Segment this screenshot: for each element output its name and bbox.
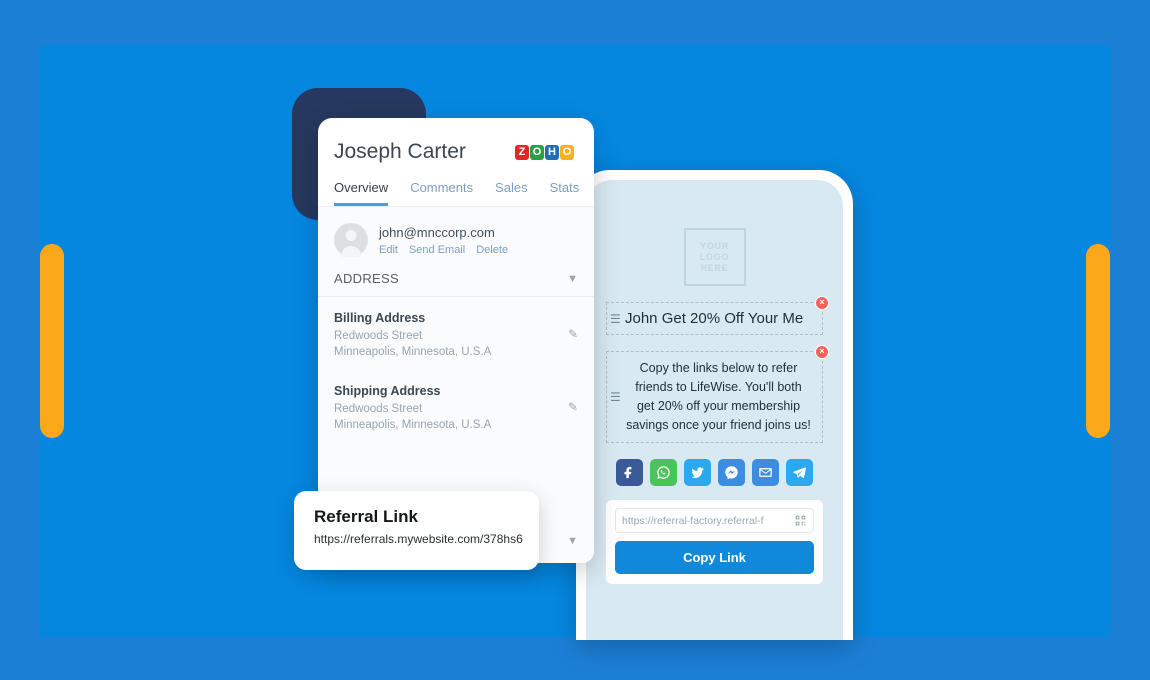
facebook-icon [624,466,632,479]
copy-link-button[interactable]: Copy Link [615,541,814,574]
shipping-address-street: Redwoods Street [334,403,423,415]
edit-link[interactable]: Edit [379,244,398,256]
tab-stats[interactable]: Stats [550,180,580,206]
zoho-logo: Z O H O [515,144,574,160]
accent-bar-left [40,244,64,438]
contact-actions: Edit Send Email Delete [379,244,508,256]
share-messenger-button[interactable] [718,459,745,486]
billing-address-street: Redwoods Street [334,330,423,342]
share-email-button[interactable] [752,459,779,486]
drag-handle-icon[interactable]: ☰ [610,391,621,403]
body-text: Copy the links below to refer friends to… [626,361,811,432]
zoho-letter-o2: O [560,144,574,160]
referral-link-title: Referral Link [314,507,418,526]
billing-address-region: Minneapolis, Minnesota, U.S.A [334,346,492,358]
contact-summary: john@mnccorp.com Edit Send Email Delete [318,207,594,257]
edit-pencil-icon[interactable]: ✎ [568,327,578,341]
page-title: Joseph Carter [334,140,466,163]
headline-edit-block[interactable]: ☰ × John Get 20% Off Your Me [606,296,829,335]
share-whatsapp-button[interactable] [650,459,677,486]
share-facebook-button[interactable] [616,459,643,486]
address-section-header[interactable]: ADDRESS ▼ [318,257,594,297]
promotional-graphic: YOUR LOGO HERE ☰ × John Get 20% Off Your… [0,0,1150,680]
chevron-down-icon[interactable]: ▼ [567,535,578,547]
accent-bar-right [1086,244,1110,438]
contact-email: john@mnccorp.com [379,224,495,240]
chevron-down-icon[interactable]: ▼ [567,273,578,285]
zoho-letter-h: H [545,144,559,160]
avatar [334,223,368,257]
shipping-address-block: Shipping Address Redwoods Street Minneap… [318,370,594,433]
delete-block-icon[interactable]: × [815,345,829,359]
tab-overview[interactable]: Overview [334,180,389,206]
zoho-letter-o1: O [530,144,544,160]
tab-comments[interactable]: Comments [410,180,473,206]
logo-line-1: YOUR [700,241,729,251]
send-email-link[interactable]: Send Email [409,244,465,256]
logo-line-2: LOGO [699,252,730,262]
delete-block-icon[interactable]: × [815,296,829,310]
referral-link-card: Referral Link https://referrals.mywebsit… [294,491,539,570]
shipping-address-title: Shipping Address [334,384,441,398]
referral-link-url[interactable]: https://referrals.mywebsite.com/378hs6 [314,532,523,546]
headline-text: John Get 20% Off Your Me [625,310,804,327]
share-url-text: https://referral-factory.referral-f [622,514,764,527]
billing-address-block: Billing Address Redwoods Street Minneapo… [318,297,594,360]
address-section-label: ADDRESS [334,271,399,286]
body-edit-block[interactable]: ☰ × Copy the links below to refer friend… [606,345,829,443]
crm-header: Joseph Carter Z O H O [318,118,594,164]
share-telegram-button[interactable] [786,459,813,486]
twitter-icon [691,467,704,478]
billing-address-title: Billing Address [334,311,426,325]
logo-line-3: HERE [700,263,729,273]
share-url-input[interactable]: https://referral-factory.referral-f [615,508,814,533]
email-icon [759,468,772,477]
delete-link[interactable]: Delete [476,244,508,256]
zoho-letter-z: Z [515,144,529,160]
edit-pencil-icon[interactable]: ✎ [568,400,578,414]
drag-handle-icon[interactable]: ☰ [610,313,621,325]
qr-code-icon[interactable] [794,514,807,527]
tab-sales[interactable]: Sales [495,180,528,206]
social-share-row [606,459,823,486]
share-twitter-button[interactable] [684,459,711,486]
telegram-icon [793,467,806,478]
crm-tabs: Overview Comments Sales Stats [318,164,594,207]
share-link-card: https://referral-factory.referral-f Copy… [606,500,823,584]
whatsapp-icon [657,466,670,479]
logo-placeholder: YOUR LOGO HERE [683,228,746,286]
phone-mockup: YOUR LOGO HERE ☰ × John Get 20% Off Your… [576,170,853,640]
messenger-icon [725,466,738,480]
card-footer: ▼ [567,531,578,549]
phone-screen: YOUR LOGO HERE ☰ × John Get 20% Off Your… [586,180,843,640]
shipping-address-region: Minneapolis, Minnesota, U.S.A [334,419,492,431]
